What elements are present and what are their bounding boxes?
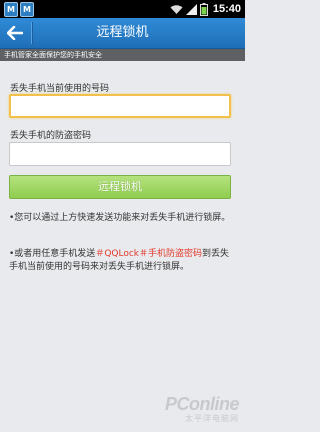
password-label: 丢失手机的防盗密码 — [10, 131, 92, 141]
clock: 15:40 — [212, 3, 241, 15]
title-divider — [31, 22, 32, 44]
page-title: 远程锁机 — [96, 25, 149, 40]
back-button[interactable] — [0, 18, 30, 48]
tip-prefix: •或者用任意手机发送 — [9, 249, 96, 259]
battery-icon — [199, 2, 208, 16]
back-arrow-icon — [7, 26, 23, 40]
password-input[interactable] — [9, 142, 231, 166]
status-bar: M M 15:40 — [0, 0, 245, 18]
phone-number-label: 丢失手机当前使用的号码 — [10, 84, 110, 94]
tip-quick-send: •您可以通过上方快速发送功能来对丢失手机进行锁屏。 — [9, 213, 231, 223]
wifi-icon — [170, 4, 183, 14]
signal-icon — [185, 3, 197, 15]
app-notification-icon: M — [20, 2, 34, 17]
sms-command-text: ＃QQLock＃手机防盗密码 — [95, 249, 203, 259]
subtitle-banner: 手机管家全面保护您的手机安全 — [0, 49, 245, 61]
watermark: PConline 太平洋电脑网 — [164, 394, 240, 424]
phone-number-input[interactable] — [9, 94, 231, 118]
tip-sms-command: •或者用任意手机发送＃QQLock＃手机防盗密码到丢失手机当前使用的号码来对丢失… — [9, 248, 235, 274]
watermark-logo: PConline — [164, 394, 240, 414]
title-bar: 远程锁机 — [0, 18, 245, 49]
app-notification-icon: M — [4, 2, 18, 17]
remote-lock-button[interactable]: 远程锁机 — [9, 175, 231, 199]
